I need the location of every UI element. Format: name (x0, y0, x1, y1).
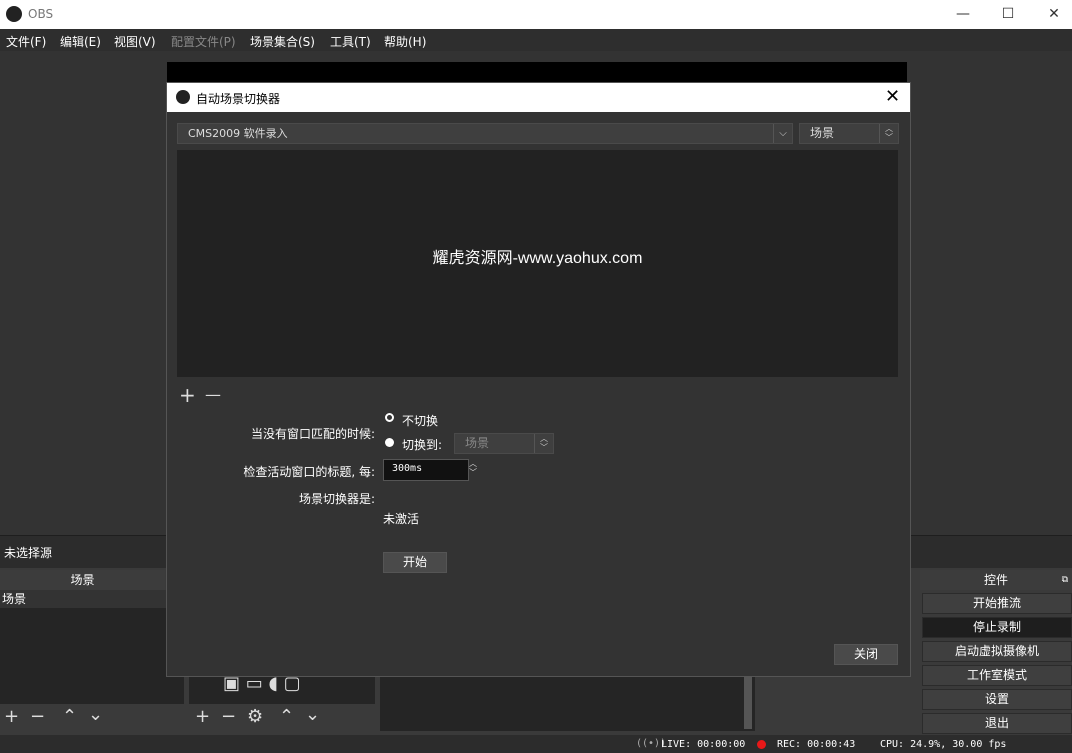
auto-scene-switcher-dialog: 自动场景切换器 ✕ CMS2009 软件录入 ⌵ 场景 ︿ ﹀ 耀虎资源网-www… (166, 82, 911, 677)
move-scene-up-button[interactable]: ⌃ (62, 706, 77, 727)
switcher-status-label: 场景切换器是: (298, 492, 375, 506)
add-scene-button[interactable]: + (4, 706, 19, 727)
controls-dock-header: 控件 ⧉ (920, 570, 1072, 590)
undock-icon[interactable]: ⧉ (1062, 570, 1068, 590)
status-bar: ((•)) LIVE: 00:00:00 REC: 00:00:43 CPU: … (0, 735, 1072, 753)
minimize-button[interactable]: — (940, 4, 986, 24)
menu-edit[interactable]: 编辑(E) (60, 33, 101, 50)
switch-to-label: 切换到: (402, 438, 443, 452)
check-interval-label: 检查活动窗口的标题, 每: (243, 465, 375, 479)
switch-to-scene-value: 场景 (465, 436, 490, 450)
updown-arrow-icon: ︿ ﹀ (879, 124, 898, 143)
settings-button[interactable]: 设置 (922, 689, 1072, 710)
live-timer: LIVE: 00:00:00 (661, 739, 746, 750)
menubar: 文件(F) 编辑(E) 视图(V) 配置文件(P) 场景集合(S) 工具(T) … (0, 29, 1072, 51)
mixer-scrollbar[interactable] (744, 675, 752, 729)
dont-switch-radio[interactable] (385, 413, 394, 422)
scene-select-combo[interactable]: 场景 ︿ ﹀ (799, 123, 899, 144)
sources-toolbar: + − ⚙ ⌃ ⌄ (189, 704, 375, 730)
no-match-label: 当没有窗口匹配的时候: (250, 427, 375, 441)
window-titlebar: OBS — ☐ ✕ (0, 0, 1072, 29)
stop-recording-button[interactable]: 停止录制 (922, 617, 1072, 638)
menu-file[interactable]: 文件(F) (6, 33, 46, 50)
updown-arrow-icon: ︿ ﹀ (534, 434, 553, 453)
switch-to-scene-combo[interactable]: 场景 ︿ ﹀ (454, 433, 554, 454)
scene-select-value: 场景 (810, 126, 835, 140)
no-source-label: 未选择源 (4, 546, 53, 560)
window-title-combo-value: CMS2009 软件录入 (188, 127, 288, 140)
recording-dot-icon (757, 740, 766, 749)
controls-dock-title: 控件 (983, 573, 1008, 587)
menu-scene-collection[interactable]: 场景集合(S) (250, 33, 315, 50)
remove-scene-button[interactable]: − (30, 706, 45, 727)
menu-help[interactable]: 帮助(H) (384, 33, 426, 50)
watermark-text: 耀虎资源网-www.yaohux.com (432, 250, 643, 267)
maximize-button[interactable]: ☐ (985, 4, 1031, 24)
scenes-list[interactable]: 场景 (0, 590, 184, 704)
window-title-combo[interactable]: CMS2009 软件录入 ⌵ (177, 123, 793, 144)
dialog-close-button[interactable]: 关闭 (834, 644, 898, 665)
scenes-toolbar: + − ⌃ ⌄ (0, 704, 184, 730)
menu-view[interactable]: 视图(V) (114, 33, 156, 50)
preview-canvas (167, 62, 907, 82)
remove-rule-button[interactable]: — (205, 385, 221, 404)
remove-source-button[interactable]: − (221, 706, 236, 727)
spinbox-arrows-icon[interactable]: ︿ ﹀ (469, 459, 477, 477)
move-scene-down-button[interactable]: ⌄ (88, 704, 103, 725)
start-streaming-button[interactable]: 开始推流 (922, 593, 1072, 614)
check-interval-spinbox[interactable]: 300ms (383, 459, 469, 481)
cpu-fps-readout: CPU: 24.9%, 30.00 fps (880, 739, 1007, 750)
scenes-dock-header: 场景 (0, 570, 165, 590)
start-switcher-button[interactable]: 开始 (383, 552, 447, 573)
close-window-button[interactable]: ✕ (1031, 4, 1072, 24)
menu-tools[interactable]: 工具(T) (330, 33, 371, 50)
switch-rules-list[interactable]: 耀虎资源网-www.yaohux.com (177, 150, 898, 377)
rec-timer: REC: 00:00:43 (777, 739, 856, 750)
source-settings-gear-icon[interactable]: ⚙ (247, 706, 263, 727)
audio-mixer-panel (380, 675, 755, 731)
studio-mode-button[interactable]: 工作室模式 (922, 665, 1072, 686)
dialog-titlebar: 自动场景切换器 ✕ (167, 83, 910, 112)
add-source-button[interactable]: + (195, 706, 210, 727)
add-rule-button[interactable]: + (179, 383, 196, 407)
dont-switch-label: 不切换 (402, 414, 439, 428)
exit-button[interactable]: 退出 (922, 713, 1072, 734)
move-source-down-button[interactable]: ⌄ (305, 704, 320, 725)
check-interval-value: 300ms (392, 463, 423, 474)
start-virtual-camera-button[interactable]: 启动虚拟摄像机 (922, 641, 1072, 662)
window-title: OBS (28, 7, 54, 21)
controls-buttons: 开始推流 停止录制 启动虚拟摄像机 工作室模式 设置 退出 (922, 593, 1072, 734)
scene-item[interactable]: 场景 (0, 590, 184, 608)
chevron-down-icon: ⌵ (773, 124, 792, 143)
switcher-status-value: 未激活 (383, 512, 420, 526)
move-source-up-button[interactable]: ⌃ (279, 706, 294, 727)
sources-list[interactable]: ▣ ▭ ◖ ▢ (189, 673, 375, 704)
dialog-close-icon[interactable]: ✕ (885, 86, 900, 107)
obs-logo-icon (176, 90, 190, 104)
dialog-title: 自动场景切换器 (196, 92, 281, 106)
switch-to-radio[interactable] (385, 438, 394, 447)
menu-profile[interactable]: 配置文件(P) (171, 33, 236, 50)
obs-logo-icon (6, 6, 22, 22)
